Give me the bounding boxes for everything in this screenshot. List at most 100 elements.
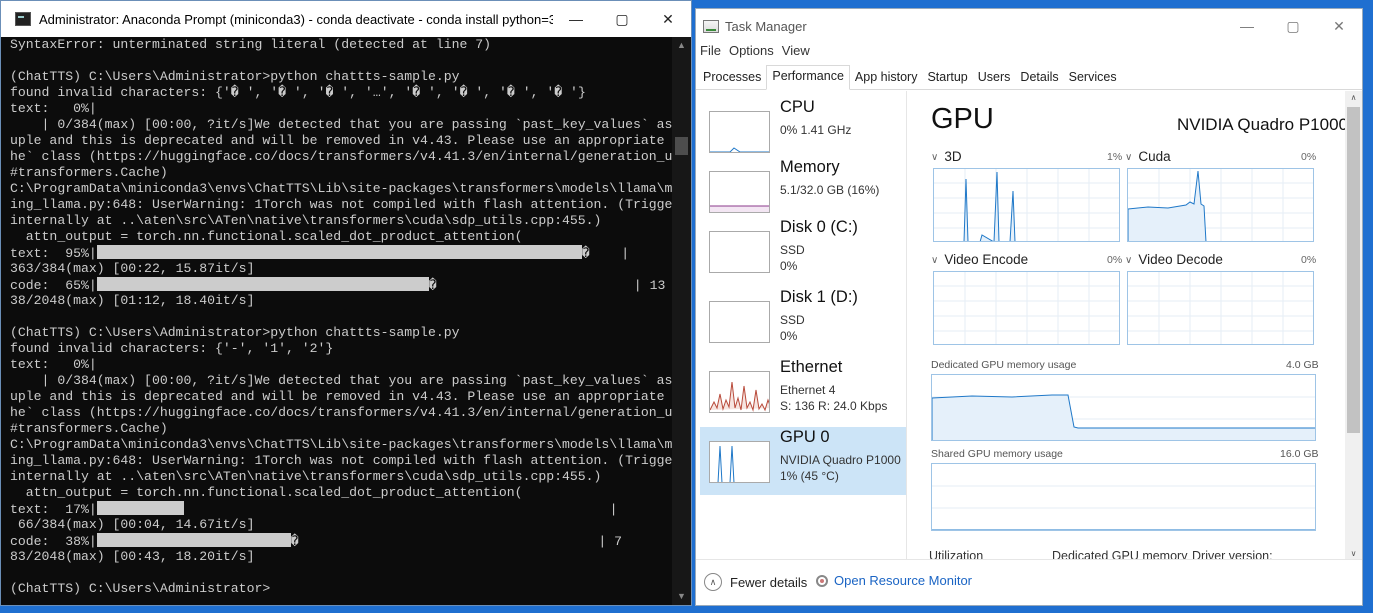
- console-line-text: uple and this is deprecated and will be …: [10, 133, 673, 148]
- sidebar-item-disk1[interactable]: Disk 1 (D:) SSD 0%: [700, 287, 906, 355]
- graph-3d: [933, 168, 1120, 242]
- engine-pct: 0%: [1301, 151, 1317, 163]
- console-line-tail: |: [183, 502, 618, 517]
- console-line-text: he` class (https://huggingface.co/docs/t…: [10, 149, 673, 164]
- chevron-down-icon: ∨: [931, 152, 939, 163]
- console-titlebar[interactable]: Administrator: Anaconda Prompt (minicond…: [1, 1, 691, 37]
- engine-selector-video-encode[interactable]: ∨ Video Encode: [931, 252, 1028, 267]
- console-line-text: internally at ..\aten\src\ATen\native\tr…: [10, 213, 602, 228]
- tab-app-history[interactable]: App history: [850, 70, 923, 89]
- console-line-text: (ChatTTS) C:\Users\Administrator>python …: [10, 69, 460, 84]
- sidebar-name: GPU 0: [780, 428, 830, 446]
- console-line-text: | 0/384(max) [00:00, ?it/s]We detected t…: [10, 373, 673, 388]
- chevron-down-icon: ∨: [931, 255, 939, 266]
- console-line-text: #transformers.Cache): [10, 421, 168, 436]
- terminal-icon: [15, 12, 31, 26]
- minimize-button[interactable]: —: [553, 1, 599, 37]
- sidebar-sub: 5.1/32.0 GB (16%): [780, 183, 880, 197]
- fewer-details-button[interactable]: ∧ Fewer details: [704, 573, 807, 591]
- sidebar-item-ethernet[interactable]: Ethernet Ethernet 4 S: 136 R: 24.0 Kbps: [700, 357, 906, 425]
- console-line: ing_llama.py:648: UserWarning: 1Torch wa…: [10, 453, 673, 469]
- progress-bar-fill: [96, 533, 291, 547]
- tab-performance[interactable]: Performance: [766, 65, 850, 90]
- console-line-text: text: 0%|: [10, 101, 97, 116]
- console-line: | 0/384(max) [00:00, ?it/s]We detected t…: [10, 117, 673, 133]
- console-line-text: code: 65%|: [10, 278, 97, 293]
- console-line-text: 66/384(max) [00:04, 14.67it/s]: [10, 517, 255, 532]
- tab-services[interactable]: Services: [1064, 70, 1122, 89]
- tab-details[interactable]: Details: [1015, 70, 1063, 89]
- console-line: found invalid characters: {'� ', '� ', '…: [10, 85, 673, 101]
- engine-label: Video Encode: [944, 252, 1029, 267]
- task-manager-footer: ∧ Fewer details Open Resource Monitor: [696, 559, 1362, 605]
- console-line-text: (ChatTTS) C:\Users\Administrator>: [10, 581, 271, 596]
- graph-cuda: [1127, 168, 1314, 242]
- engine-selector-cuda[interactable]: ∨ Cuda: [1125, 149, 1171, 164]
- engine-label: Cuda: [1138, 149, 1171, 164]
- console-title: Administrator: Anaconda Prompt (minicond…: [39, 11, 553, 27]
- tm-close-button[interactable]: ✕: [1316, 9, 1362, 43]
- performance-sidebar: CPU 0% 1.41 GHz Memory 5.1/32.0 GB (16%)…: [696, 91, 907, 561]
- sidebar-item-disk0[interactable]: Disk 0 (C:) SSD 0%: [700, 217, 906, 285]
- sidebar-item-memory[interactable]: Memory 5.1/32.0 GB (16%): [700, 157, 906, 225]
- sidebar-divider: [906, 91, 907, 561]
- console-scrollbar[interactable]: ▲ ▼: [672, 37, 691, 605]
- graph-video-decode: [1127, 271, 1314, 345]
- console-line-tail: � | 7: [290, 534, 622, 549]
- cpu-thumbnail: [709, 111, 770, 153]
- menu-bar: File Options View: [696, 43, 1362, 61]
- console-line: text: 95%| � |: [10, 245, 673, 261]
- console-line-text: he` class (https://huggingface.co/docs/t…: [10, 405, 673, 420]
- open-resource-monitor-link[interactable]: Open Resource Monitor: [816, 573, 972, 588]
- tm-maximize-button[interactable]: ▢: [1270, 9, 1316, 43]
- scroll-up-icon[interactable]: ▲: [672, 37, 691, 54]
- console-line: code: 38%| � | 7: [10, 533, 673, 549]
- engine-selector-3d[interactable]: ∨ 3D: [931, 149, 962, 164]
- menu-view[interactable]: View: [782, 43, 810, 61]
- console-output[interactable]: SyntaxError: unterminated string literal…: [1, 37, 673, 605]
- maximize-button[interactable]: ▢: [599, 1, 645, 37]
- menu-options[interactable]: Options: [729, 43, 774, 61]
- scroll-up-icon[interactable]: ∧: [1345, 91, 1362, 105]
- menu-file[interactable]: File: [700, 43, 721, 61]
- ethernet-thumbnail: [709, 371, 770, 413]
- console-line-text: found invalid characters: {'-', '1', '2'…: [10, 341, 334, 356]
- tm-scrollbar[interactable]: ∧ ∨: [1345, 91, 1362, 561]
- sidebar-sub: 1% (45 °C): [780, 469, 839, 483]
- gpu0-thumbnail: [709, 441, 770, 483]
- console-line: internally at ..\aten\src\ATen\native\tr…: [10, 213, 673, 229]
- console-line: attn_output = torch.nn.functional.scaled…: [10, 229, 673, 245]
- console-line-text: 363/384(max) [00:22, 15.87it/s]: [10, 261, 255, 276]
- graph-dedicated-memory: [931, 374, 1316, 441]
- sidebar-item-gpu0[interactable]: GPU 0 NVIDIA Quadro P1000 1% (45 °C): [700, 427, 906, 495]
- sidebar-sub: 0%: [780, 259, 798, 273]
- chevron-down-icon: ∨: [1125, 255, 1133, 266]
- dedicated-memory-label: Dedicated GPU memory usage: [931, 359, 1077, 371]
- tab-users[interactable]: Users: [973, 70, 1016, 89]
- memory-thumbnail: [709, 171, 770, 213]
- console-line: 38/2048(max) [01:12, 18.40it/s]: [10, 293, 673, 309]
- sidebar-item-cpu[interactable]: CPU 0% 1.41 GHz: [700, 97, 906, 165]
- engine-selector-video-decode[interactable]: ∨ Video Decode: [1125, 252, 1223, 267]
- tm-minimize-button[interactable]: —: [1224, 9, 1270, 43]
- console-line: | 0/384(max) [00:00, ?it/s]We detected t…: [10, 373, 673, 389]
- disk0-thumbnail: [709, 231, 770, 273]
- console-window[interactable]: Administrator: Anaconda Prompt (minicond…: [0, 0, 692, 606]
- console-line-text: code: 38%|: [10, 534, 97, 549]
- graph-dedicated-memory-svg: [932, 394, 1315, 440]
- graph-shared-memory-svg: [932, 485, 1315, 530]
- close-button[interactable]: ✕: [645, 1, 691, 37]
- engine-pct: 0%: [1107, 254, 1123, 266]
- task-manager-titlebar[interactable]: Task Manager — ▢ ✕: [696, 9, 1362, 43]
- sidebar-name: Ethernet: [780, 358, 843, 376]
- scroll-down-icon[interactable]: ▼: [672, 588, 691, 605]
- tm-scroll-thumb[interactable]: [1347, 107, 1360, 433]
- scroll-thumb[interactable]: [675, 137, 688, 155]
- console-line: internally at ..\aten\src\ATen\native\tr…: [10, 469, 673, 485]
- task-manager-window[interactable]: Task Manager — ▢ ✕ File Options View Pro…: [695, 8, 1363, 606]
- sidebar-sub: NVIDIA Quadro P1000: [780, 453, 901, 467]
- tab-processes[interactable]: Processes: [698, 70, 766, 89]
- console-line: attn_output = torch.nn.functional.scaled…: [10, 485, 673, 501]
- tab-startup[interactable]: Startup: [922, 70, 972, 89]
